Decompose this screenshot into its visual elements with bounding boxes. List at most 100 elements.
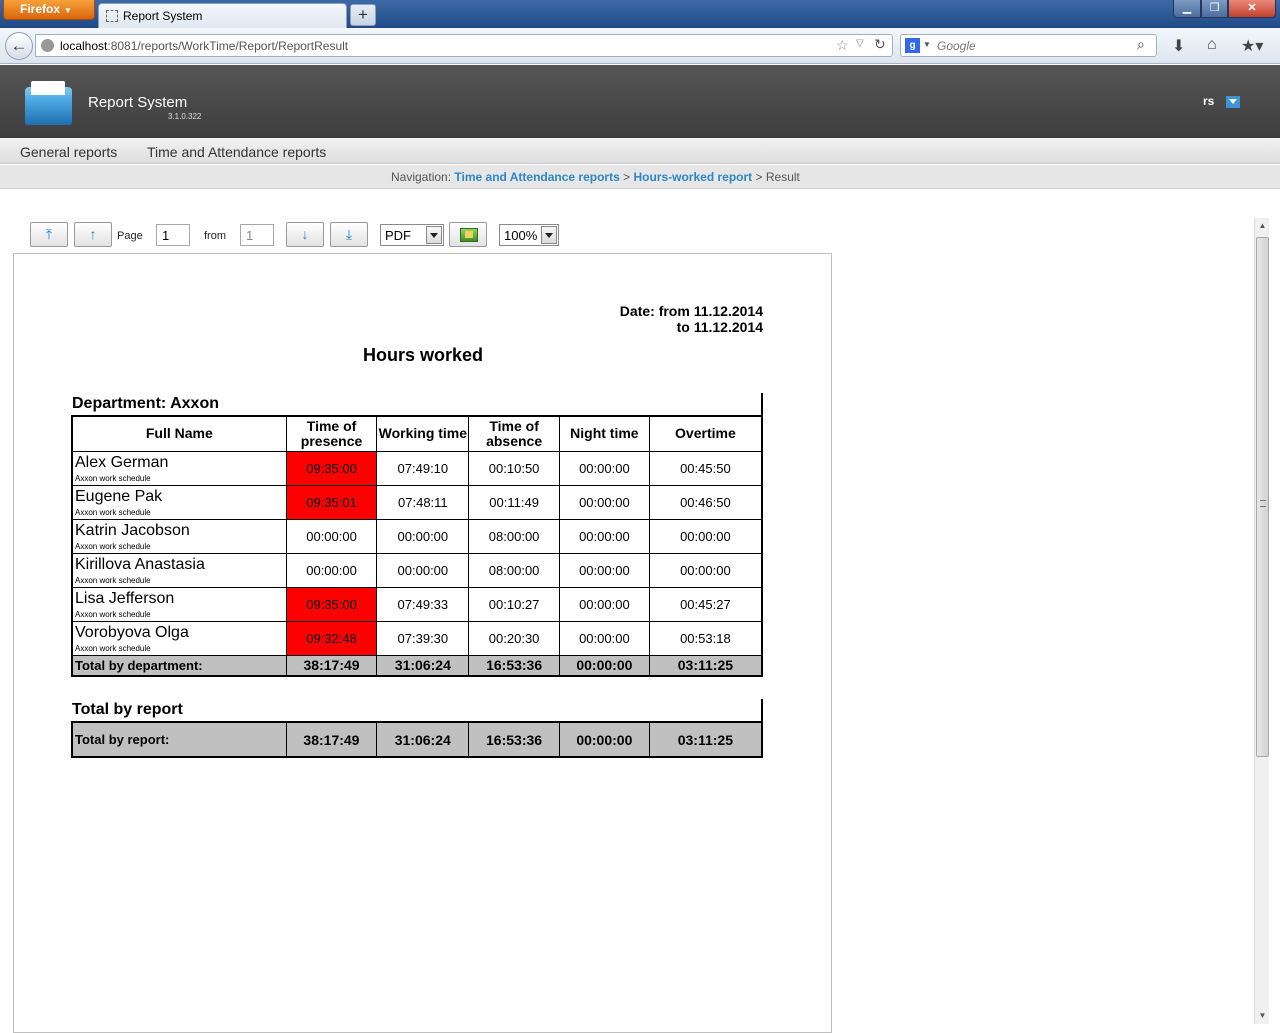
firefox-menu-button[interactable]: Firefox ▼ [3,0,95,20]
report-title: Hours worked [362,345,484,365]
history-dropdown-icon[interactable]: ▽ [856,38,864,49]
bookmarks-icon[interactable]: ★▾ [1241,36,1263,56]
app-header: Report System 3.1.0.322 rs [0,65,1280,138]
browser-titlebar: Firefox ▼ Report System + ▁ ❐ ✕ [0,0,1280,28]
previous-page-button[interactable]: ↑ [74,222,112,247]
firefox-menu-label: Firefox [20,2,61,16]
overtime-cell: 00:53:18 [648,620,763,656]
absence-cell: 00:10:50 [468,450,560,486]
user-name[interactable]: rs [1203,94,1214,108]
reload-icon[interactable]: ↻ [874,36,886,53]
user-menu-dropdown-icon[interactable] [1226,96,1240,108]
chevron-down-icon[interactable] [541,226,557,244]
browser-tab[interactable]: Report System [98,3,347,28]
next-page-button[interactable]: ↓ [286,222,324,247]
total-label: Total by department: [70,654,287,677]
overtime-cell: 00:46:50 [648,484,763,520]
back-button[interactable]: ← [5,32,33,60]
night-cell: 00:00:00 [559,484,650,520]
working-cell: 00:00:00 [376,552,470,588]
export-icon [460,228,478,242]
chevron-down-icon[interactable] [426,226,442,244]
page-label: Page [117,230,143,242]
page-icon [106,10,118,22]
table-row: Eugene Pak Axxon work schedule 09:35:01 07:… [70,484,763,520]
employee-name: Alex German [75,453,169,471]
employee-schedule: Axxon work schedule [75,575,151,585]
total-overtime: 03:11:25 [648,654,763,677]
overtime-cell: 00:00:00 [648,552,763,588]
presence-cell: 09:35:00 [285,586,378,622]
bookmark-star-icon[interactable]: ☆ [836,37,849,54]
report-total-table: Total by report: 38:17:49 31:06:24 16:53… [70,721,763,758]
first-page-button[interactable]: ⤒ [30,222,68,247]
report-viewer-toolbar: ⤒ ↑ Page 1 from 1 ↓ ⤓ PDF 100% [30,222,590,248]
export-button[interactable] [449,222,487,247]
absence-cell: 00:20:30 [468,620,560,656]
working-cell: 07:39:30 [376,620,470,656]
zoom-select[interactable]: 100% [499,224,559,246]
minimize-button[interactable]: ▁ [1173,0,1201,18]
working-cell: 07:49:10 [376,450,470,486]
total-working: 31:06:24 [376,721,470,758]
employee-cell: Vorobyova Olga Axxon work schedule [70,620,287,656]
vertical-scrollbar[interactable]: ▲ ▼ [1254,218,1269,1024]
employee-schedule: Axxon work schedule [75,473,151,483]
breadcrumb-link-hours-worked[interactable]: Hours-worked report [633,170,752,184]
main-menu: General reports Time and Attendance repo… [0,138,1280,164]
overtime-cell: 00:00:00 [648,518,763,554]
site-identity-icon[interactable] [41,39,54,52]
overtime-cell: 00:45:27 [648,586,763,622]
column-header: Time of presence [285,415,378,452]
working-cell: 07:48:11 [376,484,470,520]
presence-cell: 09:35:00 [285,450,378,486]
folder-logo-icon [25,81,72,125]
from-label: from [204,230,226,242]
employee-cell: Lisa Jefferson Axxon work schedule [70,586,287,622]
close-window-button[interactable]: ✕ [1228,0,1276,18]
employee-schedule: Axxon work schedule [75,643,151,653]
download-icon[interactable]: ⬇ [1172,36,1185,56]
arrow-down-icon: ↓ [301,226,309,242]
back-arrow-icon: ← [10,36,28,55]
chevron-down-icon[interactable]: ▼ [923,40,931,49]
page-number-input[interactable]: 1 [156,224,190,246]
app-version: 3.1.0.322 [168,112,202,121]
google-engine-icon[interactable]: g [905,38,920,53]
export-format-value: PDF [385,228,411,243]
date-from: Date: from 11.12.2014 [619,303,763,319]
scroll-up-icon[interactable]: ▲ [1255,218,1270,234]
total-night: 00:00:00 [559,654,650,677]
night-cell: 00:00:00 [559,552,650,588]
presence-cell: 00:00:00 [285,518,378,554]
breadcrumb-separator: > [755,170,763,184]
table-header-row: Full Name Time of presence Working time … [70,415,763,452]
first-page-icon: ⤒ [45,226,53,242]
total-presence: 38:17:49 [285,654,378,677]
breadcrumb-link-time-attendance[interactable]: Time and Attendance reports [454,170,619,184]
new-tab-button[interactable]: + [350,4,376,26]
employee-name: Vorobyova Olga [75,623,189,641]
export-format-select[interactable]: PDF [380,224,444,246]
total-overtime: 03:11:25 [648,721,763,758]
scroll-down-icon[interactable]: ▼ [1255,1008,1270,1024]
home-icon[interactable]: ⌂ [1207,36,1217,54]
last-page-button[interactable]: ⤓ [330,222,368,247]
menu-time-attendance-reports[interactable]: Time and Attendance reports [147,144,326,160]
menu-general-reports[interactable]: General reports [20,144,117,160]
arrow-up-icon: ↑ [89,226,97,242]
breadcrumb-prefix: Navigation: [391,170,452,184]
url-bar[interactable]: localhost:8081/reports/WorkTime/Report/R… [35,34,893,57]
table-row: Kirillova Anastasia Axxon work schedule 00… [70,552,763,588]
table-row: Lisa Jefferson Axxon work schedule 09:35:0… [70,586,763,622]
url-host: localhost [60,39,108,53]
search-bar[interactable]: g ▼ Google ⌕ [900,34,1157,57]
absence-cell: 00:11:49 [468,484,560,520]
app-title: Report System [88,94,188,111]
employee-name: Kirillova Anastasia [75,555,205,573]
maximize-button[interactable]: ❐ [1201,0,1228,18]
scrollbar-thumb[interactable] [1256,237,1269,757]
employee-cell: Eugene Pak Axxon work schedule [70,484,287,520]
column-header: Full Name [70,415,287,452]
search-icon[interactable]: ⌕ [1137,36,1145,53]
